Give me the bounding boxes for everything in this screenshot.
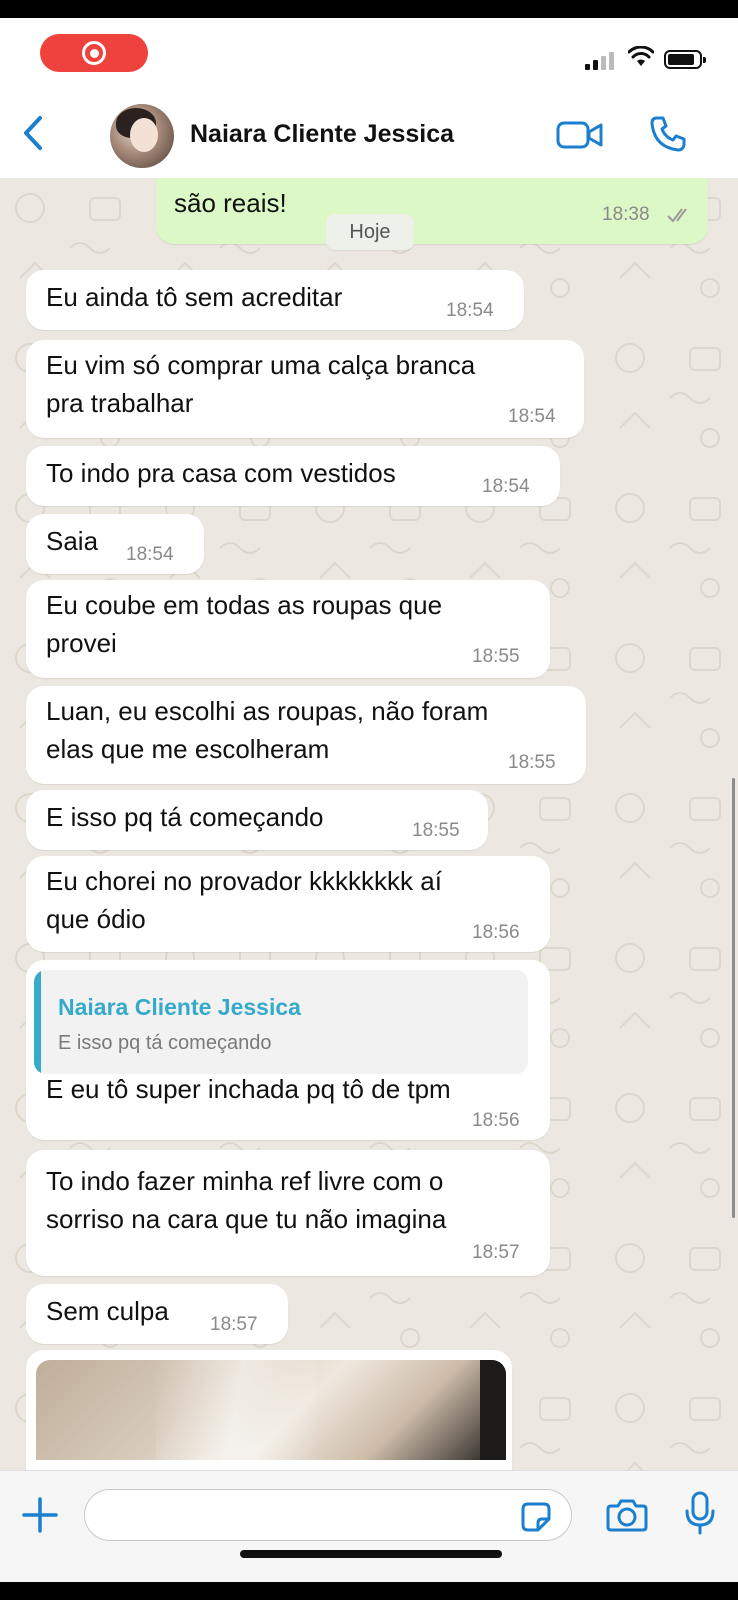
screen-recording-icon[interactable]	[40, 34, 148, 72]
message-text: Eu ainda tô sem acreditar	[46, 282, 343, 312]
cellular-signal-icon	[585, 52, 614, 70]
message-time: 18:54	[482, 476, 530, 497]
incoming-message[interactable]: E isso pq tá começando 18:55	[26, 790, 488, 850]
date-chip: Hoje	[326, 214, 414, 250]
message-text: E eu tô super inchada pq tô de tpm	[46, 1074, 451, 1104]
message-time: 18:55	[472, 646, 520, 667]
message-text: To indo fazer minha ref livre com o	[46, 1166, 444, 1196]
message-time: 18:57	[210, 1314, 258, 1335]
message-composer	[0, 1470, 738, 1582]
incoming-message[interactable]: Sem culpa 18:57	[26, 1284, 288, 1344]
message-text: E isso pq tá começando	[46, 802, 324, 832]
scrollbar[interactable]	[732, 778, 735, 1218]
incoming-message[interactable]: Eu ainda tô sem acreditar 18:54	[26, 270, 524, 330]
sticker-icon[interactable]	[520, 1501, 552, 1533]
battery-icon	[664, 50, 706, 69]
quoted-message[interactable]: Naiara Cliente Jessica E isso pq tá come…	[34, 970, 528, 1074]
message-text: provei	[46, 628, 117, 658]
microphone-icon[interactable]	[684, 1491, 716, 1537]
incoming-message[interactable]: Saia 18:54	[26, 514, 204, 574]
message-time: 18:54	[446, 300, 494, 321]
avatar[interactable]	[110, 104, 174, 168]
whatsapp-chat-screen: Naiara Cliente Jessica são reais! 18:38 …	[0, 18, 738, 1582]
incoming-message[interactable]: Eu coube em todas as roupas que provei 1…	[26, 580, 550, 678]
message-time: 18:54	[126, 544, 174, 565]
message-time: 18:56	[472, 922, 520, 943]
reply-message[interactable]: Naiara Cliente Jessica E isso pq tá come…	[26, 960, 550, 1140]
message-text: que ódio	[46, 904, 146, 934]
phone-icon[interactable]	[648, 114, 688, 154]
plus-icon[interactable]	[20, 1495, 60, 1535]
message-text: Luan, eu escolhi as roupas, não foram	[46, 696, 489, 726]
message-text: pra trabalhar	[46, 388, 194, 418]
incoming-message[interactable]: Eu chorei no provador kkkkkkkk aí que ód…	[26, 856, 550, 952]
quoted-sender: Naiara Cliente Jessica	[58, 994, 301, 1020]
incoming-message[interactable]: Luan, eu escolhi as roupas, não foram el…	[26, 686, 586, 784]
status-bar	[0, 18, 738, 84]
video-call-icon[interactable]	[556, 120, 604, 150]
message-time: 18:38	[602, 204, 650, 225]
quote-bar	[34, 970, 41, 1074]
message-time: 18:55	[508, 752, 556, 773]
wifi-icon	[628, 46, 654, 66]
camera-icon[interactable]	[606, 1497, 648, 1533]
chevron-left-icon[interactable]	[18, 114, 48, 152]
message-input[interactable]	[84, 1489, 572, 1541]
message-time: 18:56	[472, 1110, 520, 1131]
message-list[interactable]: são reais! 18:38 Hoje Eu ainda tô sem ac…	[0, 178, 738, 1470]
incoming-message[interactable]: Eu vim só comprar uma calça branca pra t…	[26, 340, 584, 438]
message-time: 18:54	[508, 406, 556, 427]
image-message-thumbnail[interactable]	[36, 1360, 506, 1460]
home-indicator[interactable]	[240, 1550, 502, 1558]
message-text: elas que me escolheram	[46, 734, 330, 764]
message-text: Eu coube em todas as roupas que	[46, 590, 443, 620]
message-text: To indo pra casa com vestidos	[46, 458, 396, 488]
message-text: Eu vim só comprar uma calça branca	[46, 350, 476, 380]
message-text: Saia	[46, 526, 99, 556]
message-time: 18:57	[472, 1242, 520, 1263]
incoming-message[interactable]: To indo fazer minha ref livre com o sorr…	[26, 1150, 550, 1276]
read-ticks-icon	[667, 208, 687, 223]
incoming-message[interactable]: To indo pra casa com vestidos 18:54	[26, 446, 560, 506]
message-time: 18:55	[412, 820, 460, 841]
contact-name[interactable]: Naiara Cliente Jessica	[190, 120, 454, 149]
chat-header: Naiara Cliente Jessica	[0, 84, 738, 178]
outgoing-message[interactable]: são reais! 18:38	[156, 178, 708, 244]
message-text: sorriso na cara que tu não imagina	[46, 1204, 447, 1234]
message-text: Eu chorei no provador kkkkkkkk aí	[46, 866, 442, 896]
message-text: são reais!	[174, 188, 287, 218]
quoted-text: E isso pq tá começando	[58, 1032, 272, 1054]
message-text: Sem culpa	[46, 1296, 169, 1326]
